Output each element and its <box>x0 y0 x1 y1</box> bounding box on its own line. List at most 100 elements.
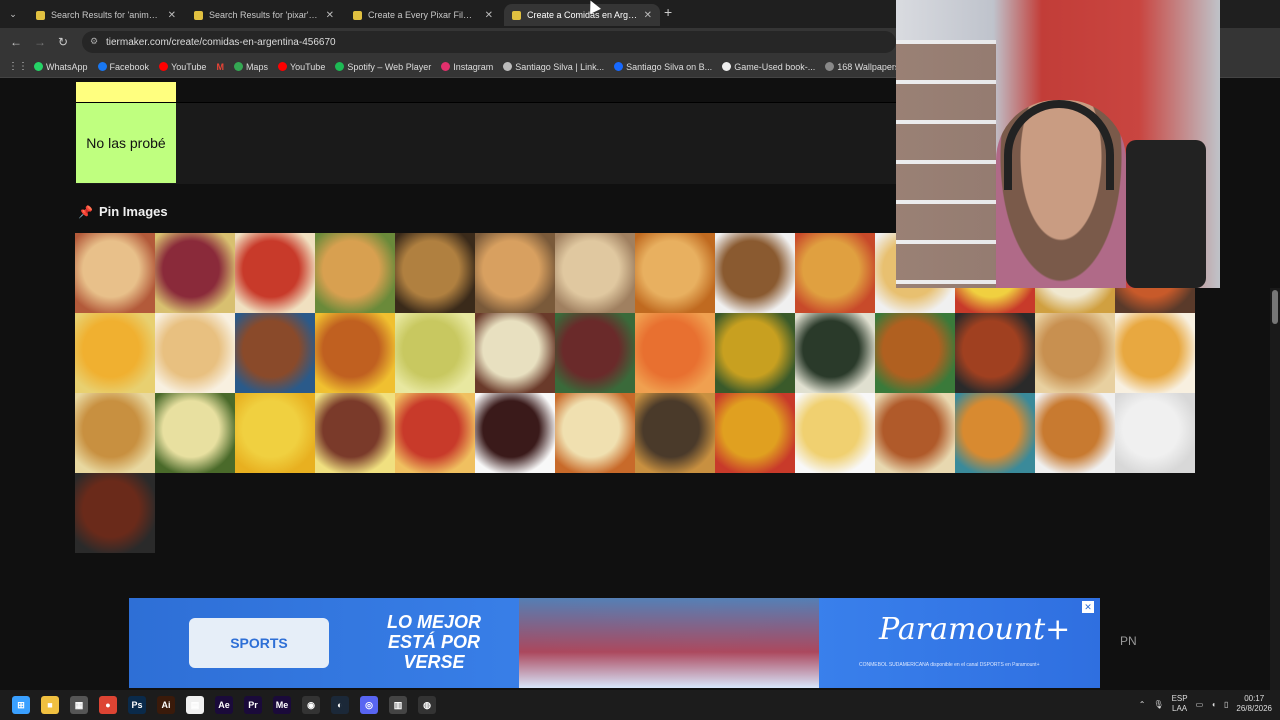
tab-close-icon[interactable]: ✕ <box>168 10 176 21</box>
ad-close-icon[interactable]: ✕ <box>1082 601 1094 613</box>
food-image-alfajor-cake[interactable] <box>555 233 635 313</box>
back-icon[interactable]: ← <box>10 35 22 49</box>
advertisement-banner[interactable]: SPORTS LO MEJOR ESTÁ POR VERSE Paramount… <box>129 598 1100 688</box>
bookmark-whatsapp[interactable]: WhatsApp <box>34 62 88 72</box>
scrollbar-thumb[interactable] <box>1272 290 1278 324</box>
food-image-postre[interactable] <box>475 393 555 473</box>
tab-anime[interactable]: Search Results for 'anime' - Tie ✕ <box>28 4 184 26</box>
food-image-asado[interactable] <box>75 473 155 553</box>
volume-icon[interactable]: ◖ <box>1211 700 1216 709</box>
microphone-icon[interactable]: 🎙 <box>1153 700 1163 709</box>
steam-icon[interactable]: ◐ <box>331 696 349 714</box>
food-image-locro-verde[interactable] <box>715 313 795 393</box>
store-icon[interactable]: ▦ <box>70 696 88 714</box>
food-image-pancho[interactable] <box>395 393 475 473</box>
tier-label-no-las-probe[interactable]: No las probé <box>76 103 176 183</box>
food-image-albondigas[interactable] <box>955 313 1035 393</box>
battery-icon[interactable]: ▯ <box>1224 700 1228 709</box>
bookmark-instagram[interactable]: Instagram <box>441 62 493 72</box>
bookmark-linktree[interactable]: Santiago Silva | Link... <box>503 62 604 72</box>
food-image-medialunas[interactable] <box>475 233 555 313</box>
food-image-canelones[interactable] <box>795 233 875 313</box>
tier-row-dropzone[interactable] <box>76 102 896 184</box>
food-image-flan[interactable] <box>1115 313 1195 393</box>
food-image-milanesa[interactable] <box>75 393 155 473</box>
food-image-hamburguesa[interactable] <box>315 313 395 393</box>
show-hidden-icons[interactable]: ⌃ <box>1139 700 1146 709</box>
food-image-tortilla[interactable] <box>235 393 315 473</box>
discord-icon[interactable]: ◎ <box>360 696 378 714</box>
food-image-sushi[interactable] <box>795 313 875 393</box>
bookshelf-image <box>896 40 996 288</box>
food-image-pan-casero[interactable] <box>1035 313 1115 393</box>
premiere-icon[interactable]: Pr <box>244 696 262 714</box>
tab-close-icon[interactable]: ✕ <box>644 10 652 21</box>
food-image-waffles[interactable] <box>1035 393 1115 473</box>
obs-icon[interactable]: ◍ <box>418 696 436 714</box>
file-explorer-icon[interactable]: ■ <box>41 696 59 714</box>
tab-pixar-films[interactable]: Create a Every Pixar Film (Marc ✕ <box>345 4 501 26</box>
tier-row-previous-label[interactable] <box>76 82 176 102</box>
food-image-pastel-de-papa[interactable] <box>395 233 475 313</box>
language-indicator[interactable]: ESP LAA <box>1172 694 1188 714</box>
url-text: tiermaker.com/create/comidas-en-argentin… <box>106 36 336 48</box>
bookmark-facebook[interactable]: Facebook <box>97 62 149 72</box>
food-image-fideos[interactable] <box>955 393 1035 473</box>
network-icon[interactable]: ▭ <box>1196 700 1204 709</box>
tab-close-icon[interactable]: ✕ <box>485 10 493 21</box>
bookmark-youtube[interactable]: YouTube <box>159 62 206 72</box>
reload-icon[interactable]: ↻ <box>58 35 68 49</box>
after-effects-icon[interactable]: Ae <box>215 696 233 714</box>
forward-icon[interactable]: → <box>34 35 46 49</box>
food-image-helado[interactable] <box>475 313 555 393</box>
media-encoder-icon[interactable]: Me <box>273 696 291 714</box>
tab-search-menu[interactable]: ⌄ <box>4 6 22 22</box>
clock[interactable]: 00:17 26/8/2026 <box>1236 694 1272 714</box>
new-tab-button[interactable]: + <box>664 4 672 20</box>
food-image-torta-blanca[interactable] <box>1115 393 1195 473</box>
bookmark-youtube-2[interactable]: YouTube <box>277 62 325 72</box>
food-image-picada[interactable] <box>155 233 235 313</box>
bookmark-maps[interactable]: Maps <box>233 62 268 72</box>
youtube-icon <box>159 62 169 71</box>
food-image-sopa[interactable] <box>795 393 875 473</box>
food-image-chipa[interactable] <box>155 313 235 393</box>
site-info-icon[interactable]: ⚙ <box>90 36 98 47</box>
food-image-noquis[interactable] <box>155 393 235 473</box>
bookmark-game-used[interactable]: Game-Used book-... <box>722 62 815 72</box>
tab-pixar[interactable]: Search Results for 'pixar' - Tierl ✕ <box>186 4 342 26</box>
food-image-humita[interactable] <box>395 313 475 393</box>
food-image-lentejas[interactable] <box>235 313 315 393</box>
calculator-icon[interactable]: ▥ <box>389 696 407 714</box>
notepad-icon[interactable]: ▤ <box>186 696 204 714</box>
system-tray: ⌃ 🎙 ESP LAA ▭ ◖ ▯ 00:17 26/8/2026 <box>1139 694 1272 714</box>
bookmark-behance[interactable]: Santiago Silva on B... <box>614 62 712 72</box>
apps-grid-icon[interactable]: ⋮⋮ <box>8 61 28 72</box>
photoshop-icon[interactable]: Ps <box>128 696 146 714</box>
food-image-bizcochuelo[interactable] <box>635 233 715 313</box>
app-icon[interactable]: ◉ <box>302 696 320 714</box>
food-image-pizza[interactable] <box>555 393 635 473</box>
bookmark-gmail[interactable]: M <box>216 62 224 72</box>
start-icon[interactable]: ⊞ <box>12 696 30 714</box>
food-image-pollo[interactable] <box>875 313 955 393</box>
spotify-icon <box>335 62 345 71</box>
food-image-empanadas[interactable] <box>315 233 395 313</box>
illustrator-icon[interactable]: Ai <box>157 696 175 714</box>
food-image-torta-rogel[interactable] <box>875 393 955 473</box>
page-scrollbar[interactable] <box>1270 288 1280 690</box>
food-image-matambre[interactable] <box>555 313 635 393</box>
food-image-ravioles[interactable] <box>235 233 315 313</box>
bookmark-spotify[interactable]: Spotify – Web Player <box>335 62 431 72</box>
food-image-milanesa-napolitana[interactable] <box>315 393 395 473</box>
food-image-sandwich[interactable] <box>75 233 155 313</box>
food-image-tacos[interactable] <box>715 393 795 473</box>
tab-close-icon[interactable]: ✕ <box>326 10 334 21</box>
tab-comidas[interactable]: Create a Comidas en Argentina ✕ <box>504 4 660 26</box>
food-image-carne-al-horno[interactable] <box>635 393 715 473</box>
food-image-papas-fritas[interactable] <box>75 313 155 393</box>
chrome-icon[interactable]: ● <box>99 696 117 714</box>
food-image-rosquitas[interactable] <box>635 313 715 393</box>
address-bar[interactable]: ⚙ tiermaker.com/create/comidas-en-argent… <box>82 31 896 53</box>
food-image-croquetas[interactable] <box>715 233 795 313</box>
